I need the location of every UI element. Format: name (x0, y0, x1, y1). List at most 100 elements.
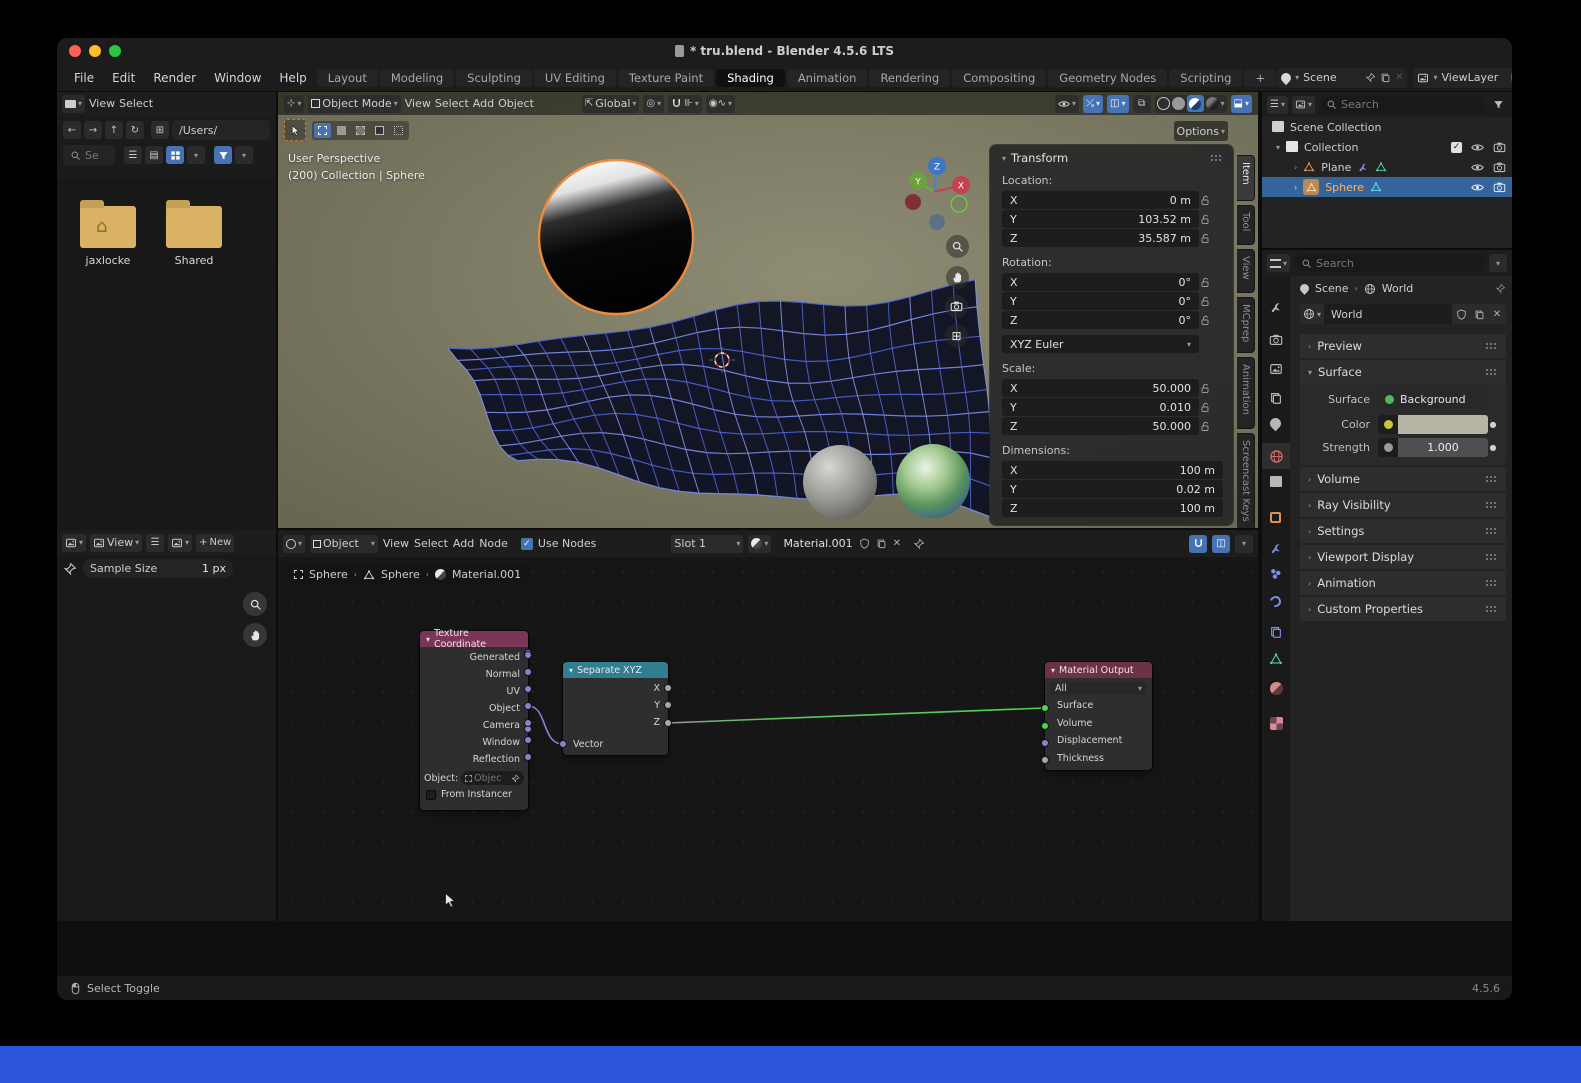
viewport-zoom-button[interactable] (946, 235, 969, 258)
shading-material-preview-button[interactable] (1186, 95, 1204, 112)
filter-toggle-button[interactable] (214, 146, 232, 164)
tab-tool[interactable] (1269, 300, 1283, 314)
overlays-dropdown[interactable]: ▾ (1235, 534, 1253, 553)
workspace-tab-sculpting[interactable]: Sculpting (456, 68, 532, 87)
menu-view[interactable]: View (383, 537, 409, 550)
eyedropper-icon[interactable] (511, 774, 520, 783)
workspace-tab-animation[interactable]: Animation (786, 68, 868, 87)
outliner-row-scene-collection[interactable]: Scene Collection (1262, 117, 1512, 137)
socket-generated[interactable] (524, 651, 532, 659)
pin-icon[interactable] (1495, 283, 1506, 294)
rotation-mode-dropdown[interactable]: XYZ Euler ▾ (1002, 335, 1199, 353)
disable-render-icon[interactable] (1493, 181, 1506, 194)
panel-custom-properties[interactable]: › Custom Properties (1300, 597, 1506, 621)
select-mode-subtract-button[interactable] (352, 123, 369, 138)
menu-render[interactable]: Render (144, 71, 205, 85)
tab-constraints[interactable] (1269, 625, 1283, 639)
input-displacement[interactable]: Displacement (1057, 732, 1152, 750)
eyedropper-icon[interactable] (63, 562, 77, 576)
sidebar-tab-screencast-keys[interactable]: Screencast Keys (1237, 433, 1255, 528)
lock-icon[interactable] (1199, 401, 1223, 413)
tab-world-active[interactable] (1262, 443, 1290, 469)
dimensions-y-field[interactable]: Y 0.02 m (1002, 480, 1223, 498)
color-socket-icon[interactable] (1378, 415, 1398, 434)
filter-settings-dropdown[interactable]: ▾ (235, 146, 253, 164)
node-material-output[interactable]: ▾ Material Output All ▾ Surface Volume Dis… (1041, 662, 1152, 770)
tab-view-layer[interactable] (1269, 391, 1283, 405)
lock-icon[interactable] (1199, 420, 1223, 432)
collapse-icon[interactable]: ▾ (1002, 154, 1006, 163)
unlink-material-icon[interactable]: ✕ (893, 538, 901, 549)
snapping-toggle[interactable]: ⊪ ▾ (668, 94, 702, 113)
tab-object[interactable] (1270, 512, 1281, 523)
lock-icon[interactable] (1199, 382, 1223, 394)
hide-eye-icon[interactable] (1471, 141, 1484, 154)
object-visibility-selector[interactable]: ▾ (1055, 94, 1080, 113)
strength-slider[interactable]: 1.000 (1378, 438, 1488, 457)
lock-icon[interactable] (1199, 232, 1223, 244)
output-uv[interactable]: UV (420, 683, 520, 700)
editor-type-button[interactable]: ⊹ ▾ (284, 94, 305, 113)
rotation-y-field[interactable]: Y 0° (1002, 292, 1199, 310)
menu-object[interactable]: Object (498, 97, 534, 110)
select-mode-extend-button[interactable] (333, 123, 350, 138)
menu-view[interactable]: View (89, 97, 115, 110)
shader-editor-area[interactable]: ▾ Object ▾ View Select Add Node ✓ Use Nod… (278, 530, 1258, 921)
add-workspace-button[interactable]: + (1244, 68, 1277, 87)
select-mode-intersect-button[interactable] (390, 123, 407, 138)
output-y[interactable]: Y (563, 697, 660, 714)
drag-handle[interactable] (1210, 154, 1223, 162)
tab-collection[interactable] (1270, 478, 1282, 487)
tab-output[interactable] (1269, 362, 1283, 376)
expand-icon[interactable]: ▾ (1276, 143, 1280, 152)
workspace-tab-compositing[interactable]: Compositing (952, 68, 1047, 87)
image-view-menu[interactable]: View ▾ (90, 533, 143, 552)
output-x[interactable]: X (563, 680, 660, 697)
panel-ray-visibility[interactable]: › Ray Visibility (1300, 493, 1506, 517)
menu-add[interactable]: Add (453, 537, 474, 550)
socket-y[interactable] (664, 701, 672, 709)
lock-icon[interactable] (1199, 276, 1223, 288)
object-picker-field[interactable]: Objec (461, 771, 524, 785)
panel-surface[interactable]: ▾ Surface (1300, 360, 1506, 384)
panel-settings[interactable]: › Settings (1300, 519, 1506, 543)
hide-eye-icon[interactable] (1471, 161, 1484, 174)
strength-socket-icon[interactable] (1378, 438, 1398, 457)
menu-view[interactable]: View (405, 97, 431, 110)
panel-title[interactable]: Transform (1011, 151, 1068, 165)
panel-preview[interactable]: › Preview (1300, 334, 1506, 358)
breadcrumb-world[interactable]: World (1382, 282, 1414, 295)
display-vertical-list-button[interactable]: ☰ (124, 146, 142, 164)
select-mode-invert-button[interactable] (371, 123, 388, 138)
menu-help[interactable]: Help (270, 71, 315, 85)
socket-x[interactable] (664, 684, 672, 692)
file-item-folder[interactable]: Shared (159, 200, 229, 267)
viewport-perspective-button[interactable]: ⊞ (945, 324, 968, 347)
snapping-toggle[interactable] (1189, 534, 1207, 553)
menu-toggle-button[interactable]: ☰ (146, 533, 165, 552)
zoom-in-button[interactable] (243, 592, 267, 616)
copy-material-icon[interactable] (876, 538, 887, 549)
create-directory-button[interactable]: ⊞ (151, 121, 169, 139)
input-vector[interactable]: Vector (573, 739, 603, 750)
properties-search-input[interactable]: Search (1294, 254, 1485, 272)
display-settings-dropdown[interactable]: ▾ (187, 146, 205, 164)
panel-animation[interactable]: › Animation (1300, 571, 1506, 595)
node-separate-xyz[interactable]: ▾ Separate XYZ X Y Z Vector (559, 662, 672, 755)
file-search-input[interactable]: Se (63, 145, 115, 165)
overlays-toggle[interactable]: ◫ ▾ (1107, 94, 1129, 113)
output-reflection[interactable]: Reflection (420, 751, 520, 768)
exclude-checkbox[interactable]: ✓ (1451, 141, 1462, 153)
output-target-dropdown[interactable]: All ▾ (1050, 682, 1147, 695)
shading-rendered-button[interactable] (1205, 97, 1219, 110)
proportional-editing-toggle[interactable]: ◉∿ ▾ (705, 94, 735, 113)
sidebar-tab-view[interactable]: View (1237, 249, 1255, 293)
tab-modifiers[interactable] (1269, 541, 1283, 555)
tab-render[interactable] (1269, 333, 1283, 347)
pivot-point-selector[interactable]: ◎ ▾ (643, 94, 665, 113)
material-browse-button[interactable]: ▾ (748, 534, 772, 553)
workspace-tab-texture-paint[interactable]: Texture Paint (617, 68, 715, 87)
rotation-z-field[interactable]: Z 0° (1002, 311, 1199, 329)
scene-selector[interactable]: ▾ Scene ✕ (1277, 67, 1408, 88)
expand-icon[interactable]: › (1294, 163, 1297, 172)
